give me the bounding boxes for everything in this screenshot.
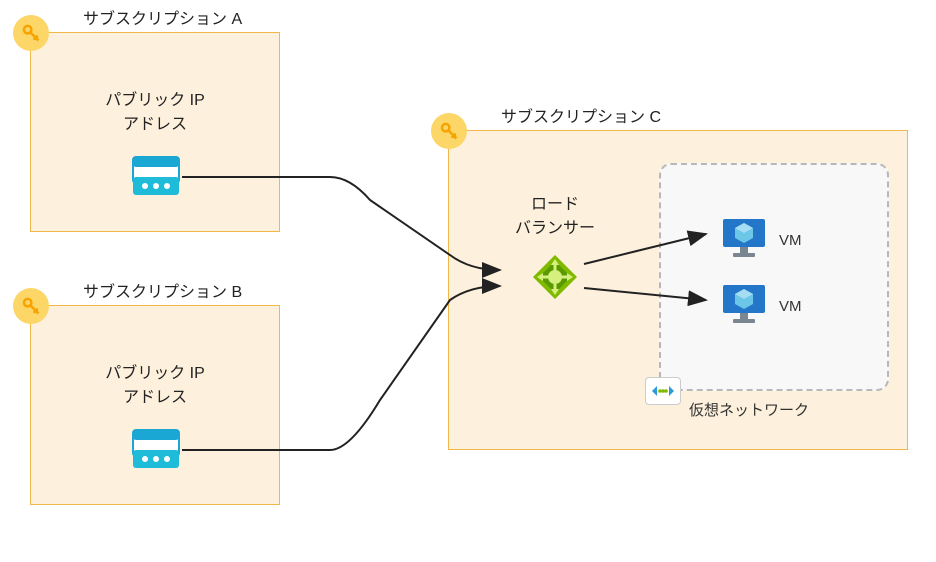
vnet-label: 仮想ネットワーク bbox=[689, 399, 809, 420]
public-ip-icon bbox=[131, 153, 181, 202]
subscription-a-title: サブスクリプション A bbox=[83, 5, 242, 29]
vnet-icon bbox=[645, 377, 681, 405]
vm-icon bbox=[721, 217, 767, 264]
public-ip-b-label: パブリック IP アドレス bbox=[31, 362, 279, 410]
diagram-canvas: サブスクリプション A パブリック IP アドレス サブスクリプション B bbox=[0, 0, 936, 562]
vm-1-label: VM bbox=[779, 232, 802, 249]
subscription-b-box: サブスクリプション B パブリック IP アドレス bbox=[30, 305, 280, 505]
vm-2-label: VM bbox=[779, 298, 802, 315]
load-balancer-label: ロード バランサー bbox=[495, 193, 615, 241]
load-balancer-icon bbox=[531, 253, 579, 306]
subscription-c-title: サブスクリプション C bbox=[501, 103, 661, 127]
key-icon bbox=[431, 113, 467, 149]
key-icon bbox=[13, 288, 49, 324]
subscription-c-box: サブスクリプション C ロード バランサー bbox=[448, 130, 908, 450]
vm-icon bbox=[721, 283, 767, 330]
vm-1: VM bbox=[721, 217, 802, 264]
subscription-b-title: サブスクリプション B bbox=[83, 278, 242, 302]
vm-2: VM bbox=[721, 283, 802, 330]
public-ip-a-label: パブリック IP アドレス bbox=[31, 89, 279, 137]
subscription-a-box: サブスクリプション A パブリック IP アドレス bbox=[30, 32, 280, 232]
key-icon bbox=[13, 15, 49, 51]
virtual-network-box: VM VM bbox=[659, 163, 889, 391]
public-ip-icon bbox=[131, 426, 181, 475]
